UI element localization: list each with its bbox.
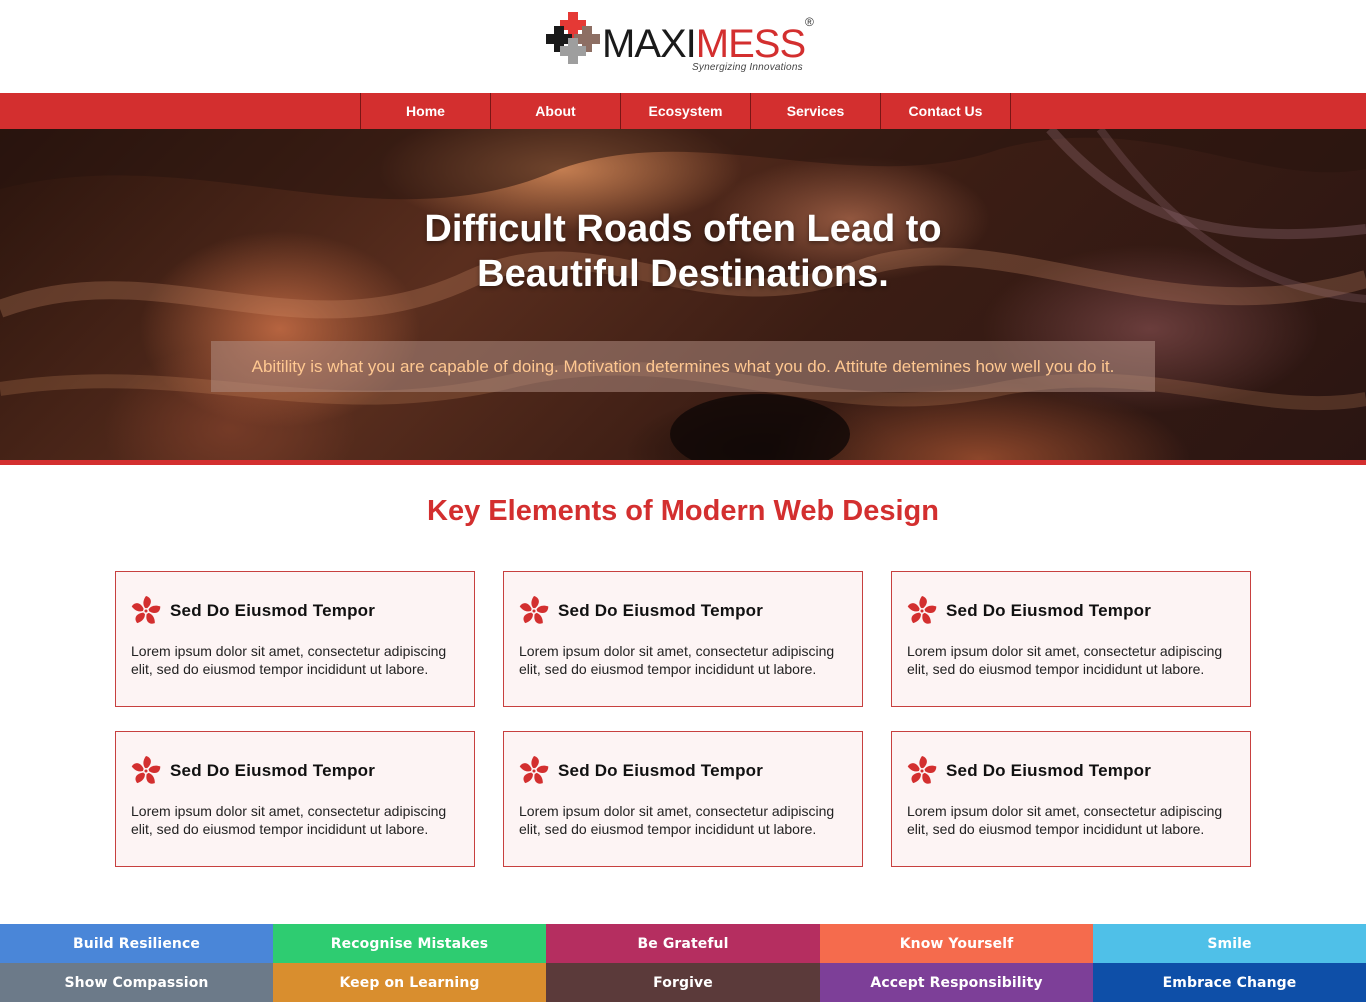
feature-card-header: Sed Do Eiusmod Tempor <box>907 756 1151 786</box>
feature-card-title: Sed Do Eiusmod Tempor <box>946 601 1152 620</box>
value-pill[interactable]: Recognise Mistakes <box>273 924 546 963</box>
hero-quote: Abitility is what you are capable of doi… <box>211 341 1155 392</box>
value-pill[interactable]: Forgive <box>546 963 820 1002</box>
registered-mark: ® <box>805 15 814 29</box>
feature-card-text: Lorem ipsum dolor sit amet, consectetur … <box>131 643 447 677</box>
feature-card-title: Sed Do Eiusmod Tempor <box>946 761 1152 780</box>
feature-card-header: Sed Do Eiusmod Tempor <box>131 596 375 626</box>
feature-card-text: Lorem ipsum dolor sit amet, consectetur … <box>519 643 835 677</box>
feature-card-header: Sed Do Eiusmod Tempor <box>519 756 763 786</box>
flower-icon <box>519 596 549 626</box>
site-header: MAXIMESS ® Synergizing Innovations <box>0 0 1366 93</box>
hero-headline: Difficult Roads often Lead to Beautiful … <box>0 207 1366 297</box>
feature-card-title: Sed Do Eiusmod Tempor <box>170 601 376 620</box>
value-pill[interactable]: Know Yourself <box>820 924 1093 963</box>
flower-icon <box>131 596 161 626</box>
feature-card: Sed Do Eiusmod Tempor Lorem ipsum dolor s… <box>891 731 1251 867</box>
feature-card: Sed Do Eiusmod Tempor Lorem ipsum dolor s… <box>503 731 863 867</box>
feature-card: Sed Do Eiusmod Tempor Lorem ipsum dolor s… <box>503 571 863 707</box>
nav-item-about[interactable]: About <box>491 93 621 129</box>
feature-card-text: Lorem ipsum dolor sit amet, consectetur … <box>131 803 447 837</box>
nav-item-home[interactable]: Home <box>361 93 491 129</box>
value-pill[interactable]: Keep on Learning <box>273 963 546 1002</box>
value-pill[interactable]: Build Resilience <box>0 924 273 963</box>
brand-name-part2: MESS <box>695 22 806 66</box>
brand-logo[interactable]: MAXIMESS ® Synergizing Innovations <box>546 12 818 74</box>
hero-banner: Difficult Roads often Lead to Beautiful … <box>0 129 1366 460</box>
medical-cross-logo-icon <box>546 12 600 64</box>
hero-headline-line2: Beautiful Destinations. <box>477 253 889 295</box>
brand-name: MAXIMESS <box>602 22 806 66</box>
section-title: Key Elements of Modern Web Design <box>427 495 939 527</box>
flower-icon <box>519 756 549 786</box>
feature-card-header: Sed Do Eiusmod Tempor <box>907 596 1151 626</box>
feature-card: Sed Do Eiusmod Tempor Lorem ipsum dolor s… <box>115 571 475 707</box>
value-pill[interactable]: Be Grateful <box>546 924 820 963</box>
feature-card-text: Lorem ipsum dolor sit amet, consectetur … <box>907 803 1223 837</box>
flower-icon <box>131 756 161 786</box>
brand-tagline: Synergizing Innovations <box>692 62 803 73</box>
flower-icon <box>907 756 937 786</box>
value-pill[interactable]: Accept Responsibility <box>820 963 1093 1002</box>
feature-card-text: Lorem ipsum dolor sit amet, consectetur … <box>519 803 835 837</box>
feature-card: Sed Do Eiusmod Tempor Lorem ipsum dolor s… <box>115 731 475 867</box>
value-pill[interactable]: Smile <box>1093 924 1366 963</box>
value-pills-grid: Build Resilience Recognise Mistakes Be Gra… <box>0 924 1366 1002</box>
value-pill[interactable]: Embrace Change <box>1093 963 1366 1002</box>
main-navbar: Home About Ecosystem Services Contact Us <box>0 93 1366 129</box>
hero-headline-line1: Difficult Roads often Lead to <box>424 208 942 250</box>
nav-item-contact-us[interactable]: Contact Us <box>881 93 1011 129</box>
feature-card-header: Sed Do Eiusmod Tempor <box>131 756 375 786</box>
hero-bottom-bar <box>0 460 1366 465</box>
feature-card-title: Sed Do Eiusmod Tempor <box>170 761 376 780</box>
nav-item-services[interactable]: Services <box>751 93 881 129</box>
feature-card-header: Sed Do Eiusmod Tempor <box>519 596 763 626</box>
feature-card: Sed Do Eiusmod Tempor Lorem ipsum dolor s… <box>891 571 1251 707</box>
feature-card-title: Sed Do Eiusmod Tempor <box>558 761 764 780</box>
nav-list: Home About Ecosystem Services Contact Us <box>360 93 1011 129</box>
feature-card-title: Sed Do Eiusmod Tempor <box>558 601 764 620</box>
flower-icon <box>907 596 937 626</box>
feature-card-text: Lorem ipsum dolor sit amet, consectetur … <box>907 643 1223 677</box>
brand-name-part1: MAXI <box>602 22 697 66</box>
nav-item-ecosystem[interactable]: Ecosystem <box>621 93 751 129</box>
value-pill[interactable]: Show Compassion <box>0 963 273 1002</box>
